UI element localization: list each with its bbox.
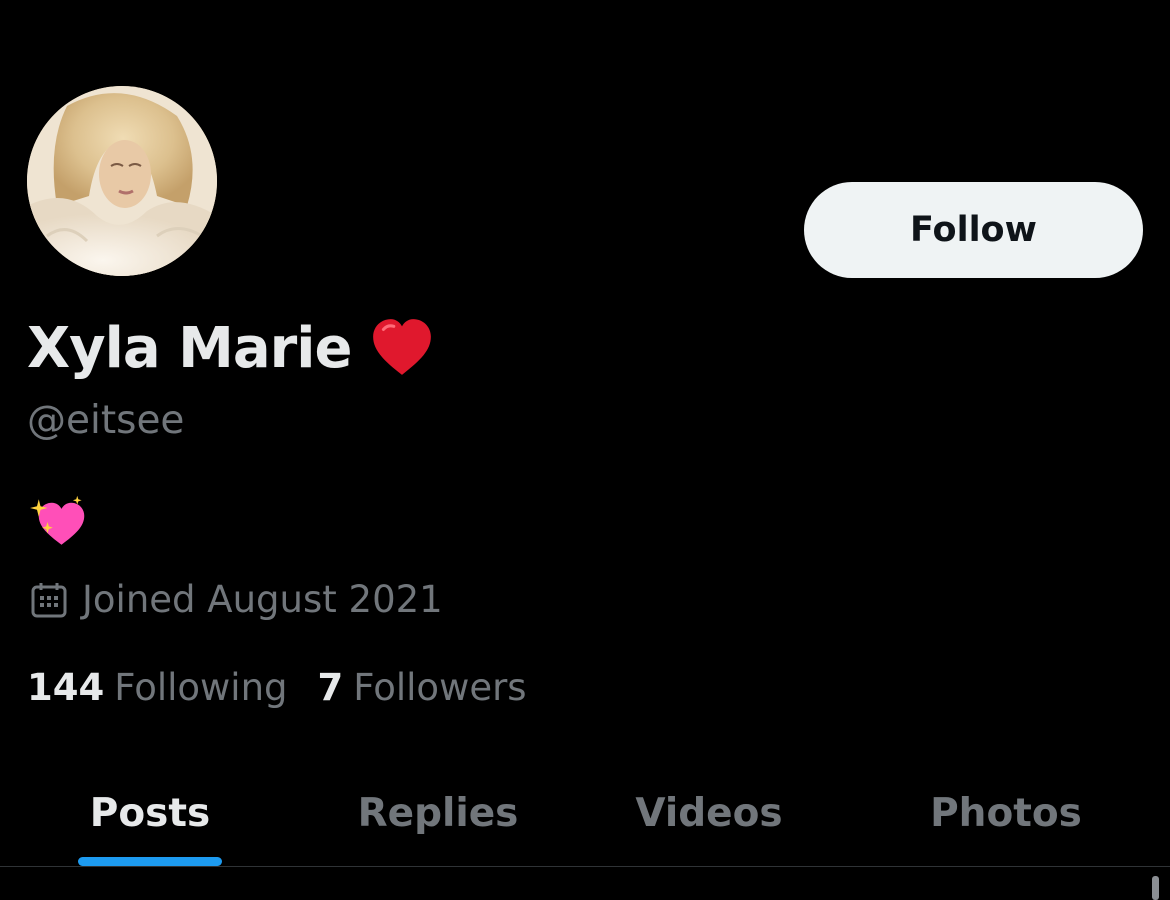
- avatar-photo: [27, 86, 217, 276]
- follow-button[interactable]: Follow: [804, 182, 1143, 278]
- profile-avatar[interactable]: [27, 86, 217, 276]
- tab-posts[interactable]: Posts: [0, 760, 300, 867]
- active-tab-indicator: [78, 857, 222, 866]
- tab-replies[interactable]: Replies: [300, 760, 576, 867]
- profile-tabs: Posts Replies Videos Photos: [0, 760, 1170, 867]
- following-label: Following: [114, 666, 288, 709]
- following-link[interactable]: 144 Following: [27, 666, 288, 709]
- joined-date-row: Joined August 2021: [30, 578, 443, 621]
- scrollbar-thumb[interactable]: [1152, 876, 1159, 900]
- joined-date: Joined August 2021: [82, 578, 443, 621]
- followers-link[interactable]: 7 Followers: [318, 666, 527, 709]
- display-name: Xyla Marie: [27, 315, 352, 381]
- following-count: 144: [27, 666, 105, 709]
- followers-label: Followers: [353, 666, 527, 709]
- tabs-divider: [0, 866, 1170, 867]
- red-heart-icon: [369, 315, 435, 381]
- tab-videos[interactable]: Videos: [576, 760, 842, 867]
- calendar-icon: [30, 581, 68, 619]
- followers-count: 7: [317, 666, 344, 709]
- profile-handle: @eitsee: [27, 398, 185, 443]
- follow-stats: 144 Following 7 Followers: [27, 666, 527, 709]
- display-name-row: Xyla Marie: [27, 308, 435, 388]
- sparkling-heart-icon: [30, 494, 86, 550]
- tab-photos[interactable]: Photos: [842, 760, 1170, 867]
